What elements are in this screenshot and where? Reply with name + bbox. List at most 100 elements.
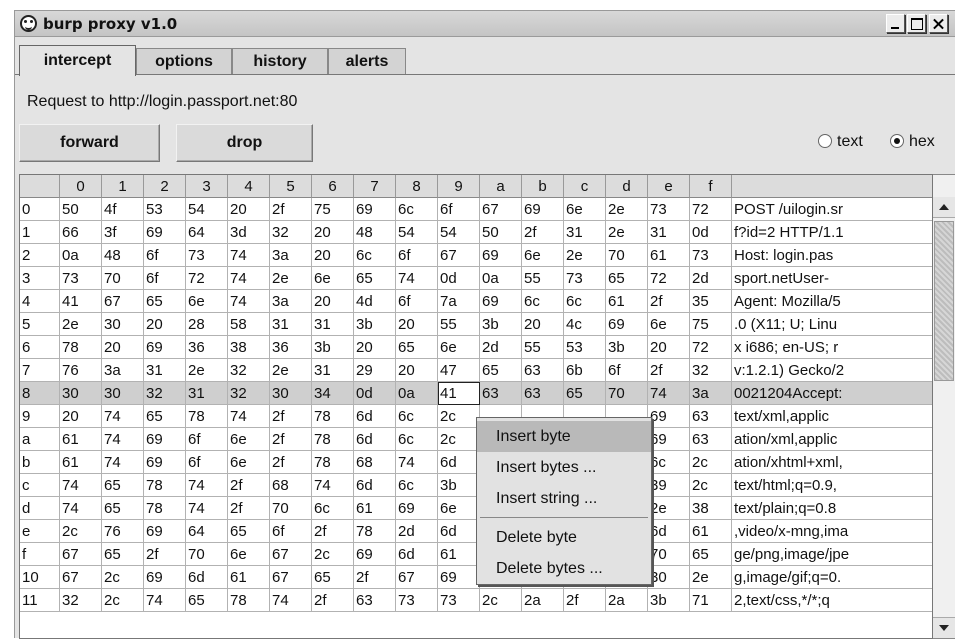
tab-intercept[interactable]: intercept (19, 45, 136, 76)
hex-byte-cell[interactable]: 3b (438, 474, 480, 497)
hex-byte-cell[interactable]: 38 (228, 336, 270, 359)
hex-byte-cell[interactable]: 0d (354, 382, 396, 405)
hex-byte-cell[interactable]: 74 (60, 497, 102, 520)
hex-byte-cell[interactable]: 6c (522, 290, 564, 313)
hex-byte-cell[interactable]: 65 (354, 267, 396, 290)
hex-byte-cell[interactable]: 70 (606, 382, 648, 405)
hex-byte-cell[interactable]: 6d (396, 543, 438, 566)
hex-byte-cell[interactable]: 61 (690, 520, 732, 543)
hex-byte-cell[interactable]: 72 (690, 198, 732, 221)
hex-byte-cell[interactable]: 70 (270, 497, 312, 520)
table-row[interactable]: 4 41 67 65 6e 74 3a 20 4d 6f 7a 69 6c 6c 61 2f 35 Agent: … (20, 290, 932, 313)
hex-byte-cell[interactable]: 2a (606, 589, 648, 612)
hex-byte-cell[interactable]: 68 (270, 474, 312, 497)
hex-byte-cell[interactable]: 6f (186, 428, 228, 451)
hex-byte-cell[interactable]: 73 (690, 244, 732, 267)
hex-byte-cell[interactable]: 72 (186, 267, 228, 290)
hex-byte-cell[interactable]: 69 (144, 520, 186, 543)
hex-byte-cell[interactable]: 2c (102, 589, 144, 612)
hex-byte-cell[interactable]: 6c (396, 405, 438, 428)
hex-byte-cell[interactable]: 2e (564, 244, 606, 267)
hex-byte-cell[interactable]: 54 (396, 221, 438, 244)
hex-byte-cell[interactable]: 67 (270, 543, 312, 566)
hex-byte-cell[interactable]: 61 (60, 451, 102, 474)
hex-byte-cell[interactable]: 67 (396, 566, 438, 589)
hex-byte-cell[interactable]: 2d (396, 520, 438, 543)
hex-byte-cell[interactable]: 6c (396, 198, 438, 221)
hex-byte-cell[interactable]: 78 (186, 405, 228, 428)
hex-byte-cell[interactable]: 69 (648, 428, 690, 451)
hex-byte-cell[interactable]: 38 (690, 497, 732, 520)
ascii-text-cell[interactable]: text/html;q=0.9, (732, 474, 932, 497)
hex-byte-cell[interactable]: 6c (354, 244, 396, 267)
radio-selected-icon[interactable] (890, 134, 904, 148)
hex-byte-cell[interactable]: 6c (396, 428, 438, 451)
hex-byte-cell[interactable]: 50 (480, 221, 522, 244)
hex-byte-cell[interactable]: 69 (480, 244, 522, 267)
ascii-text-cell[interactable]: x i686; en-US; r (732, 336, 932, 359)
hex-byte-cell[interactable]: 2e (606, 221, 648, 244)
hex-byte-cell[interactable]: 69 (144, 336, 186, 359)
hex-byte-cell[interactable]: 2f (354, 566, 396, 589)
hex-byte-cell[interactable]: 69 (144, 566, 186, 589)
ascii-text-cell[interactable]: ge/png,image/jpe (732, 543, 932, 566)
hex-view-radio[interactable]: hex (890, 133, 935, 151)
hex-byte-cell[interactable]: 2f (522, 221, 564, 244)
table-row[interactable]: 1 66 3f 69 64 3d 32 20 48 54 54 50 2f 31 2e 31 0d f?id=2 … (20, 221, 932, 244)
hex-byte-cell[interactable]: 2e (648, 497, 690, 520)
hex-byte-cell[interactable]: 54 (186, 198, 228, 221)
hex-byte-cell[interactable]: 32 (228, 359, 270, 382)
hex-byte-cell[interactable]: 3d (228, 221, 270, 244)
hex-byte-cell[interactable]: 48 (354, 221, 396, 244)
hex-byte-cell[interactable]: 70 (102, 267, 144, 290)
hex-byte-cell[interactable]: 3a (270, 244, 312, 267)
hex-byte-cell[interactable]: 74 (144, 589, 186, 612)
hex-byte-cell[interactable]: 34 (312, 382, 354, 405)
hex-byte-cell[interactable]: 2e (270, 359, 312, 382)
table-row[interactable]: 0 50 4f 53 54 20 2f 75 69 6c 6f 67 69 6e 2e 73 72 POST /u… (20, 198, 932, 221)
hex-byte-cell[interactable]: 74 (102, 451, 144, 474)
hex-byte-cell[interactable]: 6f (396, 244, 438, 267)
hex-byte-cell[interactable]: 69 (144, 221, 186, 244)
hex-byte-cell[interactable]: 53 (144, 198, 186, 221)
hex-byte-cell[interactable]: 67 (480, 198, 522, 221)
hex-byte-cell[interactable]: 32 (60, 589, 102, 612)
hex-byte-cell[interactable]: 2a (522, 589, 564, 612)
hex-byte-cell[interactable]: 65 (102, 543, 144, 566)
hex-byte-cell[interactable]: 3f (102, 221, 144, 244)
hex-byte-cell[interactable]: 65 (186, 589, 228, 612)
tab-alerts[interactable]: alerts (328, 48, 406, 75)
table-row[interactable]: 3 73 70 6f 72 74 2e 6e 65 74 0d 0a 55 73 65 72 2d sport.n… (20, 267, 932, 290)
hex-byte-cell[interactable]: 69 (144, 428, 186, 451)
hex-byte-cell[interactable]: 76 (60, 359, 102, 382)
hex-byte-cell[interactable]: 2c (102, 566, 144, 589)
hex-byte-cell[interactable]: 30 (102, 313, 144, 336)
hex-byte-cell[interactable]: 74 (312, 474, 354, 497)
menu-item-insert-string[interactable]: Insert string ... (477, 483, 651, 514)
ascii-text-cell[interactable]: v:1.2.1) Gecko/2 (732, 359, 932, 382)
hex-byte-cell[interactable]: 73 (186, 244, 228, 267)
hex-byte-cell[interactable]: 2c (312, 543, 354, 566)
hex-byte-cell[interactable]: 20 (144, 313, 186, 336)
hex-byte-cell[interactable]: 2e (270, 267, 312, 290)
hex-byte-cell[interactable]: 67 (270, 566, 312, 589)
hex-byte-cell[interactable]: 63 (522, 359, 564, 382)
hex-byte-cell[interactable]: 65 (102, 474, 144, 497)
hex-byte-cell[interactable]: 65 (228, 520, 270, 543)
hex-byte-cell[interactable]: 78 (354, 520, 396, 543)
hex-byte-cell[interactable]: 64 (186, 520, 228, 543)
ascii-text-cell[interactable]: .0 (X11; U; Linu (732, 313, 932, 336)
hex-byte-cell[interactable]: 6e (648, 313, 690, 336)
hex-byte-cell[interactable]: 3b (312, 336, 354, 359)
hex-byte-cell[interactable]: 74 (648, 382, 690, 405)
hex-byte-cell[interactable]: 6e (438, 336, 480, 359)
hex-byte-cell[interactable]: 6e (564, 198, 606, 221)
hex-byte-cell[interactable]: 65 (564, 382, 606, 405)
hex-byte-cell[interactable]: 2c (690, 474, 732, 497)
hex-byte-cell[interactable]: 0a (60, 244, 102, 267)
hex-byte-cell[interactable]: 78 (312, 428, 354, 451)
hex-byte-cell[interactable]: 61 (228, 566, 270, 589)
tab-history[interactable]: history (232, 48, 328, 75)
menu-item-delete-byte[interactable]: Delete byte (477, 522, 651, 553)
hex-byte-cell[interactable]: 61 (648, 244, 690, 267)
